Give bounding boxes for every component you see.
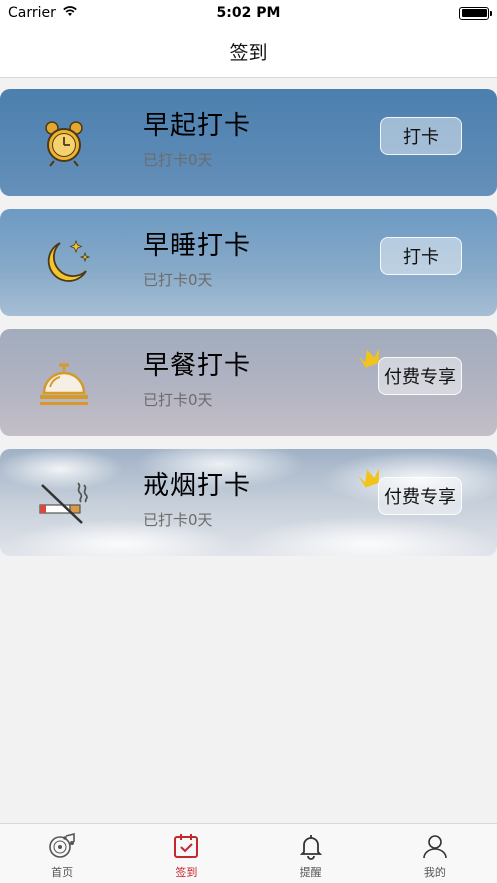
checkin-list: 早起打卡 已打卡0天 打卡 早睡打卡 已打卡0天 打卡 早餐打卡 已打卡0天 付… bbox=[0, 89, 497, 569]
tab-bar: 首页 签到 提醒 我的 bbox=[0, 823, 497, 883]
card-title: 早睡打卡 bbox=[143, 231, 252, 261]
card-title: 戒烟打卡 bbox=[143, 471, 252, 501]
bell-icon bbox=[299, 835, 322, 860]
premium-button[interactable]: 付费专享 bbox=[378, 477, 462, 515]
card-subtitle: 已打卡0天 bbox=[143, 271, 213, 289]
card-subtitle: 已打卡0天 bbox=[143, 151, 213, 169]
tab-label: 签到 bbox=[175, 866, 198, 879]
checkin-card-breakfast[interactable]: 早餐打卡 已打卡0天 付费专享 bbox=[0, 329, 497, 436]
checkin-button[interactable]: 打卡 bbox=[380, 237, 462, 275]
tab-checkin[interactable]: 签到 bbox=[124, 824, 248, 883]
tab-label: 我的 bbox=[423, 866, 446, 879]
checkin-card-early-sleep[interactable]: 早睡打卡 已打卡0天 打卡 bbox=[0, 209, 497, 316]
moon-stars-icon bbox=[47, 239, 91, 282]
calendar-check-icon bbox=[174, 834, 199, 858]
status-time: 5:02 PM bbox=[216, 5, 281, 21]
tab-home[interactable]: 首页 bbox=[0, 824, 124, 883]
tab-label: 首页 bbox=[51, 866, 74, 879]
tab-profile[interactable]: 我的 bbox=[373, 824, 497, 883]
checkin-button[interactable]: 打卡 bbox=[380, 117, 462, 155]
card-title: 早起打卡 bbox=[143, 111, 252, 141]
no-smoking-icon bbox=[39, 482, 88, 524]
tab-label: 提醒 bbox=[299, 866, 322, 879]
card-subtitle: 已打卡0天 bbox=[143, 511, 213, 529]
service-bell-icon bbox=[40, 363, 88, 405]
record-music-icon bbox=[49, 832, 75, 858]
battery-icon bbox=[459, 6, 492, 20]
user-icon bbox=[423, 835, 447, 859]
checkin-card-early-rise[interactable]: 早起打卡 已打卡0天 打卡 bbox=[0, 89, 497, 196]
tab-reminder[interactable]: 提醒 bbox=[249, 824, 373, 883]
alarm-clock-icon bbox=[45, 121, 83, 167]
nav-bar: 签到 bbox=[0, 26, 497, 78]
premium-button[interactable]: 付费专享 bbox=[378, 357, 462, 395]
card-subtitle: 已打卡0天 bbox=[143, 391, 213, 409]
carrier-label: Carrier bbox=[8, 5, 56, 21]
wifi-icon bbox=[62, 5, 78, 21]
status-bar: Carrier 5:02 PM bbox=[0, 0, 497, 26]
checkin-card-quit-smoking[interactable]: 戒烟打卡 已打卡0天 付费专享 bbox=[0, 449, 497, 556]
page-title: 签到 bbox=[229, 42, 268, 64]
status-left: Carrier bbox=[8, 5, 78, 21]
card-title: 早餐打卡 bbox=[143, 351, 252, 381]
